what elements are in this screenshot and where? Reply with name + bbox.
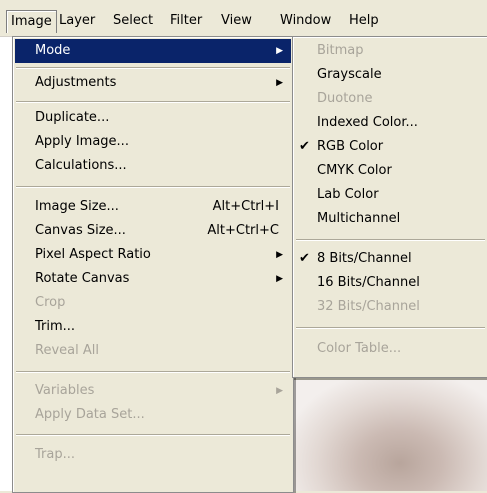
submenu-arrow-icon: ▶ [276, 274, 283, 284]
submenu-arrow-icon: ▶ [276, 250, 283, 260]
menu-item-label: 32 Bits/Channel [317, 299, 420, 314]
menu-item-label: Duotone [317, 91, 373, 106]
menu-item-reveal-all: Reveal All [15, 339, 291, 363]
menu-item-label: Canvas Size... [35, 223, 126, 238]
menu-item-calculations[interactable]: Calculations... [15, 154, 291, 178]
menu-item-label: Trap... [35, 447, 75, 462]
menu-item-label: Calculations... [35, 158, 127, 173]
menu-item-label: Lab Color [317, 187, 379, 202]
mode-item-multichannel[interactable]: Multichannel [295, 207, 486, 231]
submenu-arrow-icon: ▶ [276, 78, 283, 88]
menu-separator [296, 239, 485, 241]
mode-item-cmyk-color[interactable]: CMYK Color [295, 159, 486, 183]
menu-item-label: Trim... [35, 319, 76, 334]
menu-item-label: Apply Data Set... [35, 407, 145, 422]
menu-item-trim[interactable]: Trim... [15, 315, 291, 339]
menu-separator [16, 67, 290, 69]
menu-bar: Image Layer Select Filter View Window He… [0, 0, 487, 37]
document-canvas-edge [0, 37, 12, 491]
menubar-window[interactable]: Window [276, 10, 335, 32]
menu-item-trap: Trap... [15, 443, 291, 467]
menu-item-label: RGB Color [317, 139, 384, 154]
mode-item-duotone: Duotone [295, 87, 486, 111]
menubar-select[interactable]: Select [109, 10, 157, 32]
mode-item-32-bits-channel: 32 Bits/Channel [295, 295, 486, 319]
menu-item-label: Duplicate... [35, 110, 110, 125]
menu-item-label: Image Size... [35, 199, 119, 214]
mode-item-color-table: Color Table... [295, 337, 486, 361]
menu-item-label: Reveal All [35, 343, 99, 358]
menu-item-label: Color Table... [317, 341, 402, 356]
menubar-filter[interactable]: Filter [166, 10, 206, 32]
menu-separator [16, 186, 290, 188]
menu-item-mode[interactable]: Mode ▶ [15, 39, 291, 63]
menu-item-apply-image[interactable]: Apply Image... [15, 130, 291, 154]
menu-item-label: 8 Bits/Channel [317, 251, 412, 266]
menu-item-adjustments[interactable]: Adjustments ▶ [15, 71, 291, 95]
menu-item-pixel-aspect-ratio[interactable]: Pixel Aspect Ratio ▶ [15, 243, 291, 267]
mode-item-grayscale[interactable]: Grayscale [295, 63, 486, 87]
menu-item-shortcut: Alt+Ctrl+I [212, 199, 279, 214]
menu-item-label: Variables [35, 383, 95, 398]
menubar-help[interactable]: Help [345, 10, 383, 32]
mode-item-rgb-color[interactable]: ✔ RGB Color [295, 135, 486, 159]
menu-item-label: Pixel Aspect Ratio [35, 247, 151, 262]
menu-item-crop: Crop [15, 291, 291, 315]
menubar-view[interactable]: View [217, 10, 256, 32]
menu-item-label: Grayscale [317, 67, 382, 82]
menu-item-label: Rotate Canvas [35, 271, 130, 286]
menu-item-label: Apply Image... [35, 134, 129, 149]
menu-item-apply-data-set: Apply Data Set... [15, 403, 291, 427]
document-image-preview [293, 380, 487, 491]
menu-separator [16, 434, 290, 436]
menu-item-variables: Variables ▶ [15, 379, 291, 403]
menu-item-label: Multichannel [317, 211, 401, 226]
menu-item-image-size[interactable]: Image Size... Alt+Ctrl+I [15, 195, 291, 219]
image-menu: Mode ▶ Adjustments ▶ Duplicate... Apply … [12, 36, 294, 493]
mode-item-16-bits-channel[interactable]: 16 Bits/Channel [295, 271, 486, 295]
menu-separator [296, 327, 485, 329]
checkmark-icon: ✔ [299, 251, 310, 266]
submenu-arrow-icon: ▶ [276, 386, 283, 396]
menu-item-duplicate[interactable]: Duplicate... [15, 106, 291, 130]
menu-separator [16, 101, 290, 103]
mode-item-8-bits-channel[interactable]: ✔ 8 Bits/Channel [295, 247, 486, 271]
menubar-layer[interactable]: Layer [55, 10, 99, 32]
menu-separator [16, 371, 290, 373]
menu-item-label: Crop [35, 295, 66, 310]
menu-item-shortcut: Alt+Ctrl+C [207, 223, 279, 238]
menu-item-label: Mode [35, 43, 71, 58]
checkmark-icon: ✔ [299, 139, 310, 154]
mode-item-lab-color[interactable]: Lab Color [295, 183, 486, 207]
mode-item-bitmap: Bitmap [295, 39, 486, 63]
menu-item-rotate-canvas[interactable]: Rotate Canvas ▶ [15, 267, 291, 291]
mode-submenu: Bitmap Grayscale Duotone Indexed Color..… [292, 36, 487, 378]
menu-item-label: Bitmap [317, 43, 364, 58]
submenu-arrow-icon: ▶ [276, 46, 283, 56]
mode-item-indexed-color[interactable]: Indexed Color... [295, 111, 486, 135]
menu-item-label: Adjustments [35, 75, 117, 90]
menubar-image[interactable]: Image [6, 10, 57, 33]
menu-item-label: 16 Bits/Channel [317, 275, 420, 290]
menu-item-label: CMYK Color [317, 163, 392, 178]
menu-item-canvas-size[interactable]: Canvas Size... Alt+Ctrl+C [15, 219, 291, 243]
menu-item-label: Indexed Color... [317, 115, 418, 130]
